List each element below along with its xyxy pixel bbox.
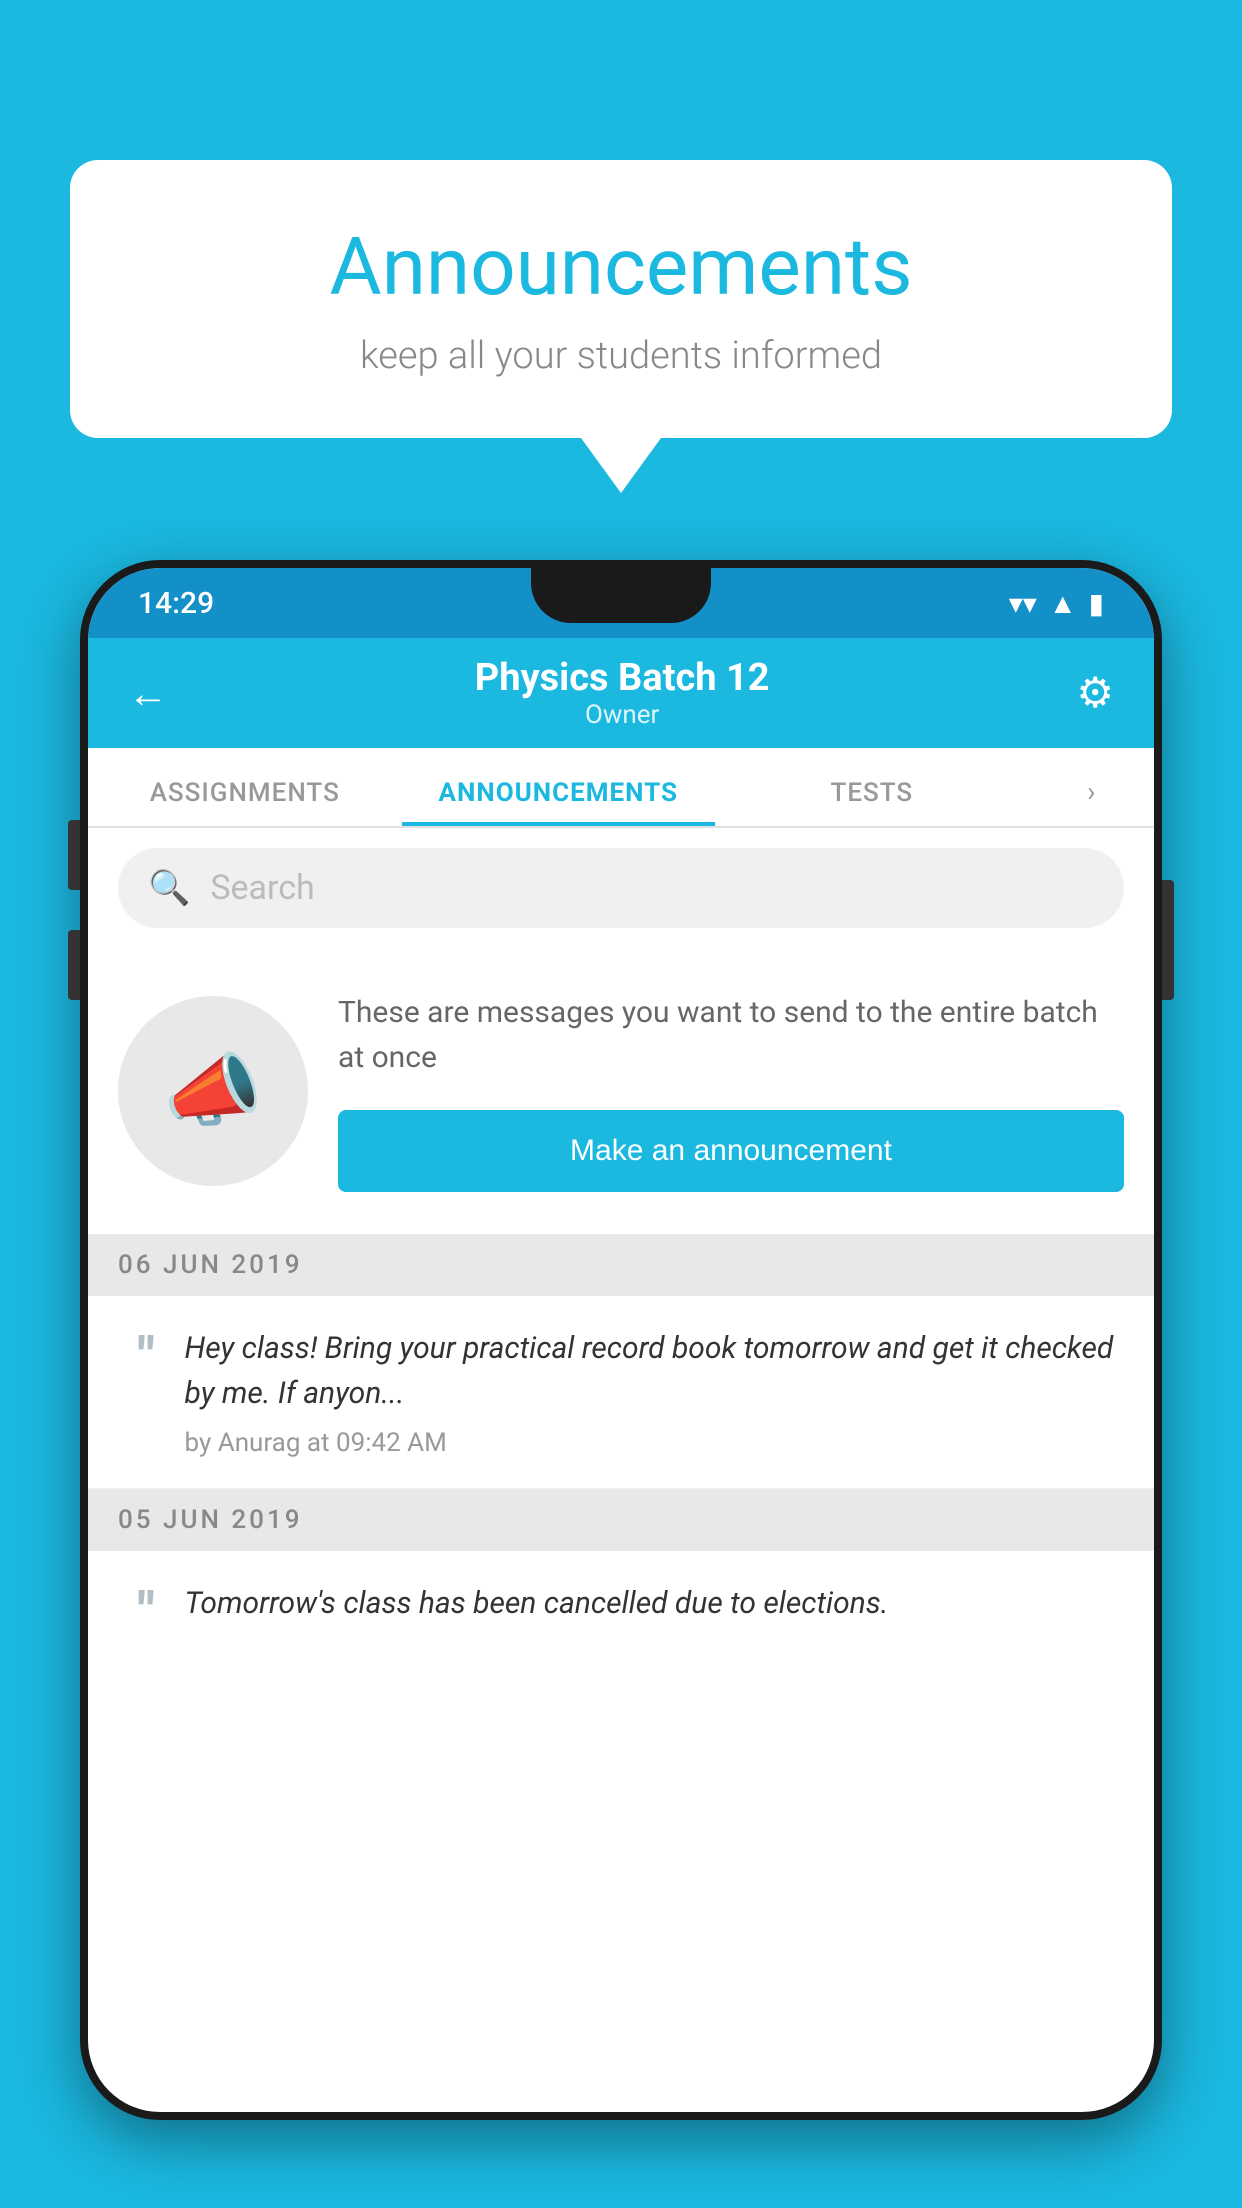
date-separator-2: 05 JUN 2019 xyxy=(88,1489,1154,1551)
make-announcement-button[interactable]: Make an announcement xyxy=(338,1110,1124,1192)
message-content-1: Hey class! Bring your practical record b… xyxy=(185,1326,1124,1458)
tabs-bar: ASSIGNMENTS ANNOUNCEMENTS TESTS › xyxy=(88,748,1154,828)
search-container: 🔍 Search xyxy=(88,828,1154,948)
bubble-arrow xyxy=(581,438,661,493)
settings-icon[interactable]: ⚙ xyxy=(1076,668,1114,718)
speech-bubble: Announcements keep all your students inf… xyxy=(70,160,1172,438)
phone-screen: 14:29 ▾▾ ▲ ▮ ← Physics Batch 12 Owner ⚙ xyxy=(88,568,1154,2112)
bubble-subtitle: keep all your students informed xyxy=(150,334,1092,378)
date-separator-1: 06 JUN 2019 xyxy=(88,1234,1154,1296)
tab-tests[interactable]: TESTS xyxy=(715,778,1029,826)
phone-notch xyxy=(531,568,711,623)
search-icon: 🔍 xyxy=(148,868,190,908)
announcement-empty-card: 📣 These are messages you want to send to… xyxy=(88,950,1154,1232)
batch-title: Physics Batch 12 xyxy=(475,656,770,700)
message-item-2[interactable]: " Tomorrow's class has been cancelled du… xyxy=(88,1551,1154,1668)
megaphone-icon: 📣 xyxy=(163,1044,263,1138)
tab-assignments[interactable]: ASSIGNMENTS xyxy=(88,778,402,826)
volume-up-button xyxy=(68,820,80,890)
signal-icon: ▲ xyxy=(1049,587,1077,620)
header-center: Physics Batch 12 Owner xyxy=(475,656,770,730)
megaphone-circle: 📣 xyxy=(118,996,308,1186)
quote-icon-1: " xyxy=(138,1331,155,1383)
battery-icon: ▮ xyxy=(1089,587,1104,620)
status-time: 14:29 xyxy=(138,586,214,621)
speech-bubble-section: Announcements keep all your students inf… xyxy=(70,160,1172,493)
phone-frame: 14:29 ▾▾ ▲ ▮ ← Physics Batch 12 Owner ⚙ xyxy=(80,560,1162,2120)
message-content-2: Tomorrow's class has been cancelled due … xyxy=(185,1581,1124,1638)
wifi-icon: ▾▾ xyxy=(1009,587,1037,620)
announcement-card-content: These are messages you want to send to t… xyxy=(338,990,1124,1192)
search-bar[interactable]: 🔍 Search xyxy=(118,848,1124,928)
volume-down-button xyxy=(68,930,80,1000)
status-icons: ▾▾ ▲ ▮ xyxy=(1009,587,1104,620)
message-item-1[interactable]: " Hey class! Bring your practical record… xyxy=(88,1296,1154,1489)
phone-container: 14:29 ▾▾ ▲ ▮ ← Physics Batch 12 Owner ⚙ xyxy=(80,560,1162,2208)
back-button[interactable]: ← xyxy=(128,670,168,717)
quote-icon-2: " xyxy=(138,1586,155,1638)
message-text-2: Tomorrow's class has been cancelled due … xyxy=(185,1581,1124,1626)
search-placeholder: Search xyxy=(210,868,314,908)
batch-role: Owner xyxy=(475,700,770,730)
message-text-1: Hey class! Bring your practical record b… xyxy=(185,1326,1124,1416)
power-button xyxy=(1162,880,1174,1000)
app-header: ← Physics Batch 12 Owner ⚙ xyxy=(88,638,1154,748)
message-meta-1: by Anurag at 09:42 AM xyxy=(185,1428,1124,1458)
announcement-description: These are messages you want to send to t… xyxy=(338,990,1124,1080)
tab-more[interactable]: › xyxy=(1029,775,1154,826)
bubble-title: Announcements xyxy=(150,220,1092,314)
tab-announcements[interactable]: ANNOUNCEMENTS xyxy=(402,778,716,826)
